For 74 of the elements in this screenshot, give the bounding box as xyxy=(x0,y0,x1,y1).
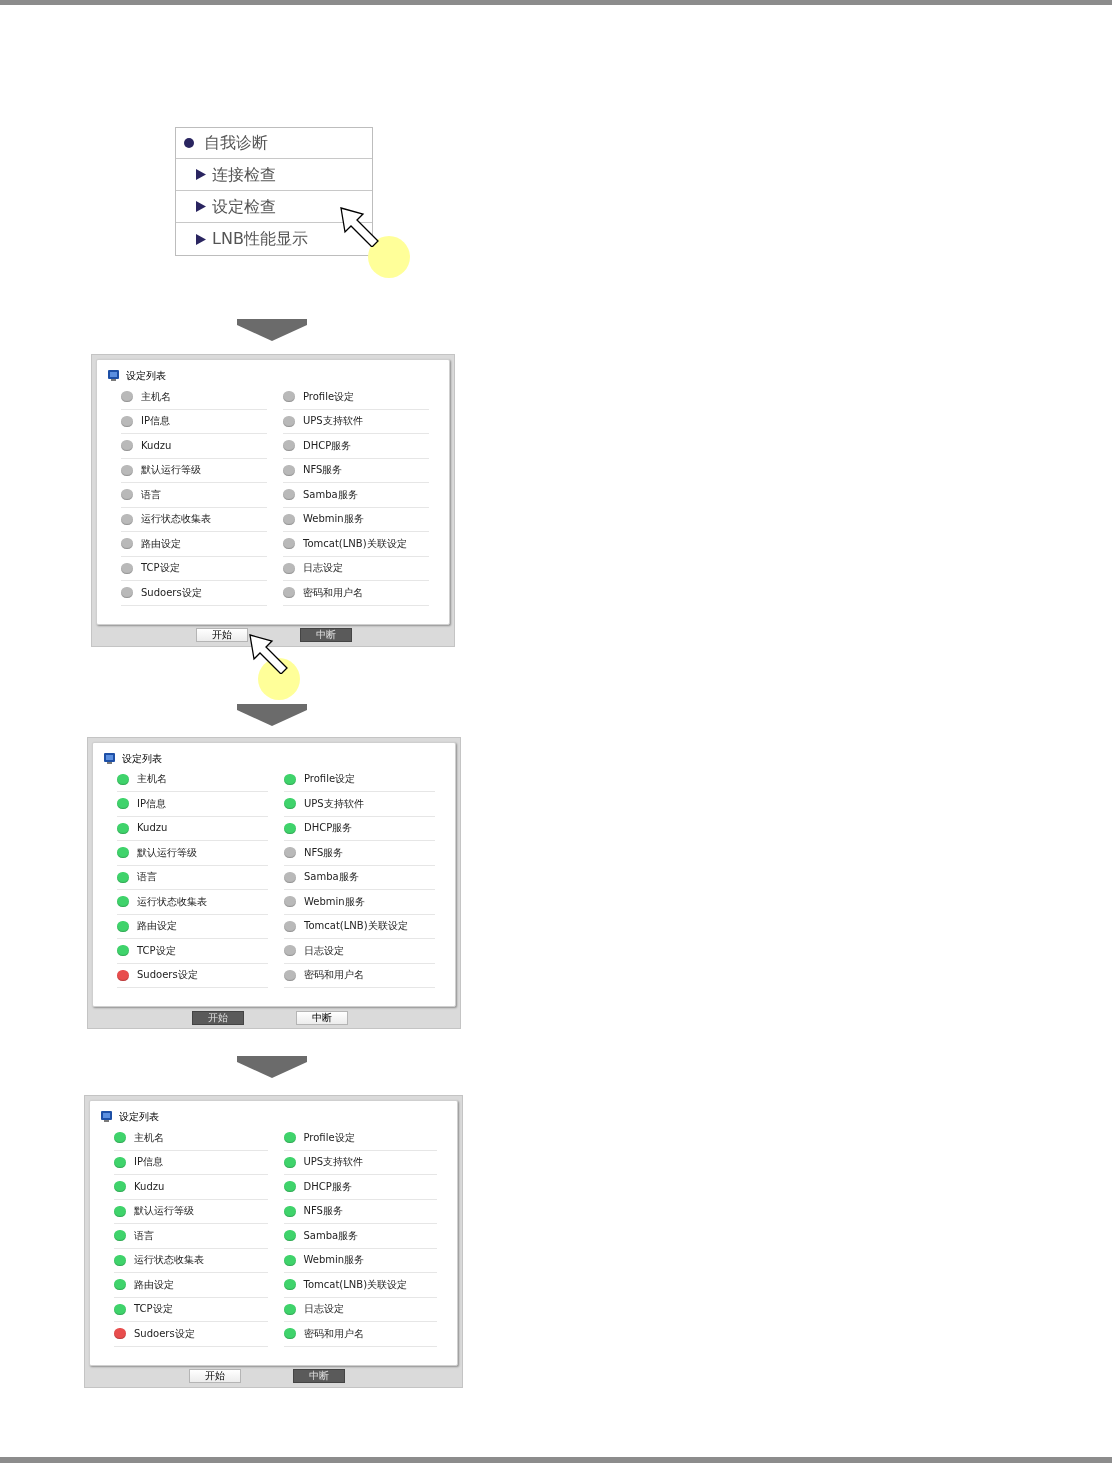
bullet-icon xyxy=(184,138,194,148)
check-item-label: NFS服务 xyxy=(303,465,343,476)
monitor-icon xyxy=(103,751,116,765)
check-item-label: Tomcat(LNB)关联设定 xyxy=(303,1279,408,1290)
check-item-label: 密码和用户名 xyxy=(303,1328,364,1339)
start-button[interactable]: 开始 xyxy=(189,1369,241,1383)
check-item-label: 密码和用户名 xyxy=(303,587,363,598)
check-item-label: UPS支持软件 xyxy=(303,416,363,427)
check-item-label: UPS支持软件 xyxy=(304,798,364,809)
check-item-label: Sudoers设定 xyxy=(141,587,202,598)
monitor-icon xyxy=(100,1110,113,1123)
check-item-label: TCP设定 xyxy=(141,563,180,574)
menu-header: 自我诊断 xyxy=(204,132,268,154)
check-item-label: 路由设定 xyxy=(141,538,181,549)
check-item-label: 语言 xyxy=(141,489,161,500)
check-item-label: 运行状态收集表 xyxy=(134,1255,204,1266)
check-item-label: NFS服务 xyxy=(304,847,344,858)
check-item-label: DHCP服务 xyxy=(304,823,353,834)
check-item-label: 日志设定 xyxy=(303,1304,344,1315)
check-item-label: IP信息 xyxy=(134,1157,163,1168)
check-item-label: Kudzu xyxy=(134,1181,165,1192)
check-item-label: NFS服务 xyxy=(303,1206,343,1217)
down-arrow-icon xyxy=(237,703,307,726)
check-item-label: Samba服务 xyxy=(304,872,359,883)
check-item-label: Profile设定 xyxy=(304,774,356,785)
triangle-icon xyxy=(196,233,206,245)
check-item-label: Webmin服务 xyxy=(303,1255,365,1266)
check-item-label: 语言 xyxy=(137,872,157,883)
check-item-label: DHCP服务 xyxy=(303,1181,352,1192)
check-item-label: IP信息 xyxy=(137,798,166,809)
check-item-label: Profile设定 xyxy=(303,391,355,402)
start-button[interactable]: 开始 xyxy=(196,628,248,642)
check-item-label: 默认运行等级 xyxy=(141,465,201,476)
window-title: 设定列表 xyxy=(119,1110,159,1124)
menu-item[interactable]: LNB性能显示 xyxy=(176,223,372,255)
check-item-label: 默认运行等级 xyxy=(137,847,197,858)
check-item-label: 默认运行等级 xyxy=(134,1206,194,1217)
check-item-label: 运行状态收集表 xyxy=(137,896,207,907)
check-item-label: 路由设定 xyxy=(137,921,177,932)
check-item-label: 密码和用户名 xyxy=(304,970,364,981)
monitor-icon xyxy=(107,369,120,382)
check-item-label: UPS支持软件 xyxy=(303,1157,364,1168)
check-item-label: 路由设定 xyxy=(134,1279,174,1290)
check-item-label: 日志设定 xyxy=(303,563,343,574)
check-item-label: DHCP服务 xyxy=(303,440,352,451)
check-item-label: IP信息 xyxy=(141,416,170,427)
check-item-label: Samba服务 xyxy=(303,489,358,500)
check-item-label: Sudoers设定 xyxy=(134,1328,195,1339)
check-item-label: TCP设定 xyxy=(137,945,176,956)
check-item-label: Samba服务 xyxy=(303,1230,359,1241)
check-item-label: 主机名 xyxy=(134,1132,164,1143)
check-item-label: TCP设定 xyxy=(134,1304,173,1315)
check-item-label: Sudoers设定 xyxy=(137,970,198,981)
triangle-icon xyxy=(196,201,206,212)
stop-button[interactable]: 中断 xyxy=(296,1010,348,1025)
down-arrow-icon xyxy=(237,1056,307,1078)
cursor-arrow-icon xyxy=(249,634,289,674)
check-item-label: 语言 xyxy=(134,1230,154,1241)
triangle-icon xyxy=(196,169,206,180)
check-item-label: Webmin服务 xyxy=(303,514,364,525)
window-title: 设定列表 xyxy=(122,751,162,766)
check-item-label: 主机名 xyxy=(137,774,167,785)
down-arrow-icon xyxy=(237,319,307,341)
check-item-label: 日志设定 xyxy=(304,945,344,956)
check-item-label: Kudzu xyxy=(141,440,172,451)
check-item-label: Kudzu xyxy=(137,823,168,834)
check-item-label: Webmin服务 xyxy=(304,896,365,907)
window-title: 设定列表 xyxy=(126,369,166,383)
menu-item[interactable]: 连接检查 xyxy=(176,159,372,191)
check-item-label: Profile设定 xyxy=(303,1132,355,1143)
check-item-label: 运行状态收集表 xyxy=(141,514,211,525)
check-item-label: Tomcat(LNB)关联设定 xyxy=(303,538,407,549)
check-item-label: 主机名 xyxy=(141,391,171,402)
check-item-label: Tomcat(LNB)关联设定 xyxy=(304,921,408,932)
